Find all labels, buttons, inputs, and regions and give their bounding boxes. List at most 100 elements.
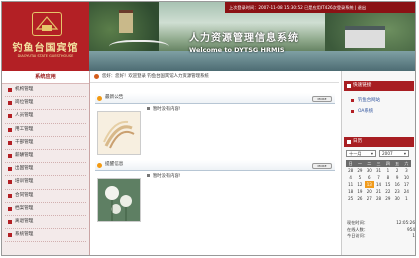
calendar-day[interactable]: 28 [374, 195, 383, 202]
reminder-message[interactable]: 暂时没有内容! [147, 173, 181, 179]
reminder-image [97, 178, 141, 222]
sidebar-item-label: 岗位管理 [15, 100, 34, 106]
weekday-header: 五 [392, 160, 402, 167]
calendar-day[interactable]: 11 [346, 181, 355, 188]
bullet-icon [8, 153, 12, 158]
shortcut-title: 快速链接 [353, 83, 372, 88]
calendar-day[interactable]: 30 [392, 195, 401, 202]
sidebar-item-training[interactable]: 培训管理 [5, 176, 86, 190]
calendar-day[interactable]: 29 [383, 195, 392, 202]
sidebar-item-staff[interactable]: 人员管理 [5, 110, 86, 124]
panel-title: 最新公告 [105, 95, 124, 100]
calendar-day[interactable]: 12 [355, 181, 364, 188]
user-icon [94, 74, 99, 79]
calendar-day[interactable]: 13 [364, 181, 374, 188]
sidebar-title: 系统应用 [2, 71, 89, 84]
weekday-header: 三 [373, 160, 384, 167]
app-window: 钓鱼台国宾馆 DIAOYUTAI STATE GUESTHOUSE 人力资源管理… [1, 1, 416, 256]
calendar-grid: 日一二三四五六 28 29 30 31 1 2 3 4 5 6 7 8 9 10 11 12 13 14 15 16 17… [346, 160, 412, 202]
sidebar-item-label: 合同管理 [15, 192, 34, 198]
link-text: OA系统 [358, 109, 374, 114]
bullet-icon [8, 180, 12, 185]
calendar-day[interactable]: 20 [365, 188, 374, 195]
calendar-day[interactable]: 22 [383, 188, 392, 195]
sidebar-item-contract[interactable]: 合同管理 [5, 190, 86, 203]
login-status-bar[interactable]: 上次登录时间：2007-11-08 15:30:52 已是应用IT426次登录系… [225, 2, 415, 13]
sidebar-item-label: 出国管理 [15, 166, 34, 172]
bullet-icon [8, 88, 12, 92]
calendar-day[interactable]: 15 [383, 181, 392, 188]
calendar-day[interactable]: 3 [402, 167, 411, 174]
calendar-day[interactable]: 27 [365, 195, 374, 202]
calendar-day[interactable]: 6 [365, 174, 374, 181]
bullet-icon [351, 99, 354, 102]
sidebar-item-system[interactable]: 系统管理 [5, 229, 86, 243]
link-diaoyutai-site[interactable]: 钓鱼台网站 [344, 95, 414, 106]
calendar-day[interactable]: 1 [383, 167, 392, 174]
sidebar-item-retirement[interactable]: 离退管理 [5, 216, 86, 230]
sidebar-item-salary[interactable]: 薪酬管理 [5, 150, 86, 164]
sidebar-item-archive[interactable]: 档案管理 [5, 203, 86, 216]
more-button[interactable]: MORE [312, 96, 332, 102]
sidebar-item-label: 机构管理 [15, 87, 34, 92]
header-banner: 人力资源管理信息系统 Welcome to DYTSG HRMIS 上次登录时间… [89, 2, 415, 71]
calendar-header: 日历 [344, 137, 414, 147]
system-title: 人力资源管理信息系统 Welcome to DYTSG HRMIS [189, 29, 299, 54]
calendar-day[interactable]: 25 [346, 195, 355, 202]
sidebar-item-post[interactable]: 岗位管理 [5, 97, 86, 111]
banner-pavilion [345, 26, 385, 48]
bullet-icon [8, 219, 12, 224]
calendar-day[interactable]: 21 [374, 188, 383, 195]
calendar-day[interactable]: 29 [355, 167, 364, 174]
month-select[interactable]: 十一月 ▾ [346, 150, 376, 157]
calendar-day[interactable]: 8 [383, 174, 392, 181]
calendar-day[interactable]: 1 [402, 195, 411, 202]
bullet-icon [8, 193, 12, 198]
calendar-day[interactable]: 14 [374, 181, 383, 188]
year-select[interactable]: 2007 ▾ [379, 150, 409, 157]
calendar-day[interactable]: 30 [365, 167, 374, 174]
calendar-day[interactable]: 26 [355, 195, 364, 202]
chevron-down-icon: ▾ [403, 151, 406, 156]
link-oa-system[interactable]: OA系统 [344, 106, 414, 117]
calendar-day[interactable]: 18 [346, 188, 355, 195]
calendar-day[interactable]: 7 [374, 174, 383, 181]
banner-pagoda [119, 10, 133, 33]
calendar-day[interactable]: 4 [346, 174, 355, 181]
sidebar-item-abroad[interactable]: 出国管理 [5, 163, 86, 177]
message-text: 暂时没有内容! [153, 174, 181, 179]
more-button[interactable]: MORE [312, 163, 332, 169]
sun-icon [97, 95, 102, 101]
calendar-day[interactable]: 28 [346, 167, 355, 174]
site-stats: 现在时间： 12:05:26 在线人数： 954 今日访问： 1 [344, 216, 415, 244]
welcome-bar: 您好：您好！欢迎登录 钓鱼台国宾馆人力资源管理系统 [90, 71, 339, 83]
bullet-icon [8, 233, 12, 238]
chevron-down-icon: ▾ [370, 151, 373, 156]
calendar-day[interactable]: 31 [374, 167, 383, 174]
announcement-message[interactable]: 暂时没有内容! [147, 106, 181, 112]
calendar-day[interactable]: 17 [402, 181, 411, 188]
welcome-text: 您好：您好！欢迎登录 钓鱼台国宾馆人力资源管理系统 [102, 74, 209, 79]
panel-header: 最新公告 MORE [95, 93, 335, 104]
calendar-day[interactable]: 9 [392, 174, 401, 181]
calendar-day[interactable]: 19 [355, 188, 364, 195]
stat-value: 1 [412, 233, 415, 238]
calendar-day[interactable]: 24 [402, 188, 411, 195]
sidebar-item-label: 人员管理 [15, 113, 34, 119]
square-icon [347, 140, 351, 144]
weekday-header: 六 [401, 160, 412, 167]
sidebar-item-org[interactable]: 机构管理 [5, 84, 86, 98]
sidebar-item-cadre[interactable]: 干部管理 [5, 137, 86, 150]
sidebar-item-label: 薪酬管理 [15, 152, 34, 158]
stat-label: 今日访问： [347, 233, 368, 238]
calendar-day[interactable]: 16 [392, 181, 401, 188]
calendar-day[interactable]: 23 [392, 188, 401, 195]
calendar-title: 日历 [353, 139, 363, 144]
sidebar-item-label: 离退管理 [15, 218, 34, 224]
sun-icon [97, 162, 102, 168]
calendar-day[interactable]: 10 [402, 174, 411, 181]
sidebar-item-employment[interactable]: 用工管理 [5, 124, 86, 137]
panel-header: 提醒信息 MORE [95, 160, 335, 171]
calendar-day[interactable]: 2 [392, 167, 401, 174]
calendar-day[interactable]: 5 [355, 174, 364, 181]
